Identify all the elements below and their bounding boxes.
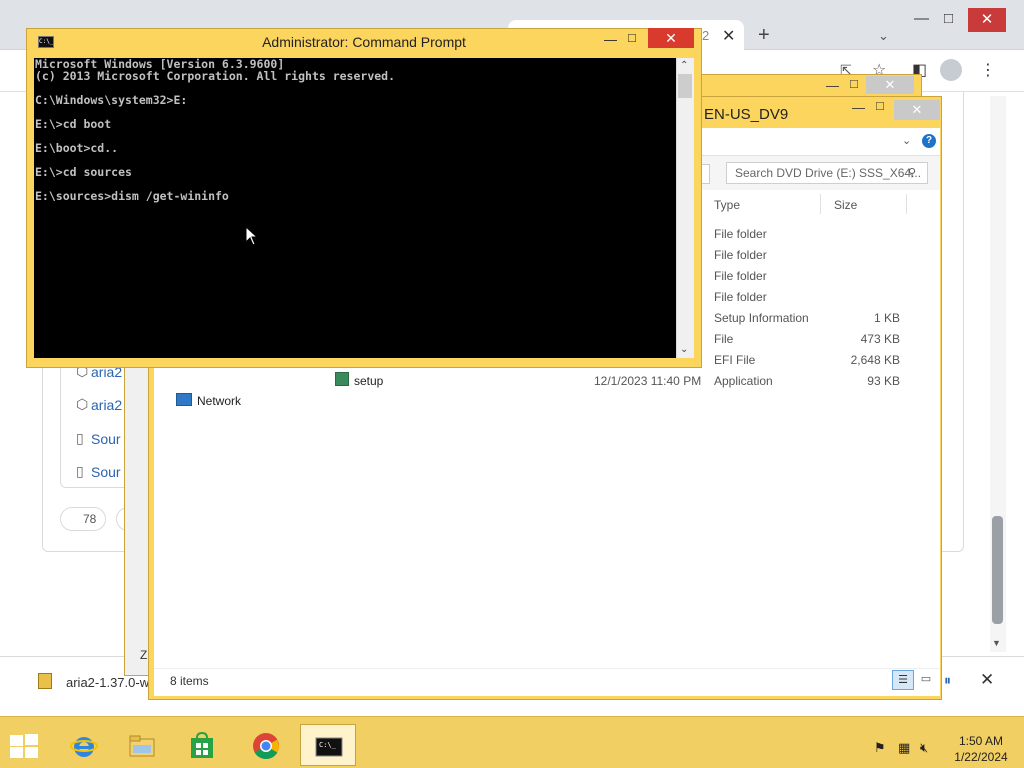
cmd-icon: C:\_ — [315, 737, 343, 757]
download-bar-action[interactable]: ⏸ — [944, 672, 951, 689]
file-size-cell: 1 KB — [873, 311, 900, 325]
reaction-count: 78 — [83, 512, 97, 526]
file-size-cell: 93 KB — [867, 374, 900, 388]
cmd-scrollbar[interactable] — [676, 58, 694, 358]
large-icons-view-icon[interactable]: ▭ — [916, 670, 936, 690]
search-icon[interactable]: ⚲ — [908, 166, 916, 179]
file-type-cell: Setup Information — [714, 311, 809, 325]
details-view-icon[interactable]: ☰ — [892, 670, 914, 690]
cmd-close-button[interactable]: ✕ — [648, 28, 694, 48]
zip-icon: ▯ — [76, 430, 84, 446]
windows-logo-icon — [10, 747, 23, 758]
action-center-flag-icon[interactable]: ⚑ — [874, 740, 886, 756]
file-type-cell: File folder — [714, 290, 767, 304]
item-count: 8 items — [170, 674, 209, 688]
ie-icon — [70, 737, 98, 757]
cmd-maximize-button[interactable]: □ — [628, 30, 636, 45]
tab-close-icon[interactable]: ✕ — [722, 26, 735, 46]
chrome-minimize-button[interactable]: — — [914, 10, 929, 27]
chrome-menu-icon[interactable]: ⋮ — [980, 60, 996, 80]
start-button[interactable] — [10, 734, 38, 758]
file-type-cell: Application — [714, 374, 773, 388]
folder-icon — [129, 735, 155, 757]
file-size-cell: 2,648 KB — [850, 353, 900, 367]
file-type-cell: EFI File — [714, 353, 756, 367]
zip-icon: ▯ — [76, 463, 84, 479]
chrome-scrollbar-thumb[interactable] — [992, 516, 1003, 624]
scroll-down-arrow-icon[interactable]: ▼ — [992, 638, 1001, 648]
scroll-up-arrow-icon[interactable]: ⌃ — [680, 60, 688, 71]
taskbar-chrome[interactable] — [238, 724, 294, 766]
package-icon: ⬡ — [76, 396, 89, 412]
network-tray-icon[interactable]: ▦ — [898, 740, 910, 756]
explorer-title: EN-US_DV9 — [704, 106, 789, 123]
chrome-tab-title: 2 — [702, 28, 710, 43]
store-icon — [191, 732, 213, 758]
cmd-minimize-button[interactable]: — — [604, 32, 617, 47]
tab-search-chevron-icon[interactable]: ⌄ — [878, 28, 889, 44]
svg-text:C:\_: C:\_ — [319, 741, 337, 749]
taskbar-internet-explorer[interactable] — [56, 724, 112, 766]
explorer-minimize-button[interactable]: — — [852, 100, 865, 115]
zip-file-icon — [38, 673, 52, 689]
explorer-search-input[interactable]: Search DVD Drive (E:) SSS_X64... — [726, 162, 928, 184]
new-tab-plus-icon[interactable]: + — [758, 24, 770, 47]
clock-date[interactable]: 1/22/2024 — [946, 750, 1016, 764]
profile-avatar[interactable] — [940, 59, 962, 81]
clock-time[interactable]: 1:50 AM — [946, 734, 1016, 748]
asset-link[interactable]: Sour — [91, 431, 121, 447]
network-icon — [176, 393, 192, 406]
explorer-back-close-button[interactable]: ✕ — [866, 76, 914, 94]
help-icon[interactable]: ? — [922, 134, 936, 148]
windows-logo-icon — [25, 734, 38, 745]
cmd-scrollbar-thumb[interactable] — [678, 74, 692, 98]
taskbar-file-explorer[interactable] — [114, 724, 170, 766]
file-type-cell: File — [714, 332, 734, 346]
asset-link[interactable]: Sour — [91, 464, 121, 480]
chrome-icon — [253, 733, 280, 760]
cmd-window-title: Administrator: Command Prompt — [262, 34, 466, 50]
file-type-cell: File folder — [714, 269, 767, 283]
column-divider[interactable] — [820, 194, 821, 214]
nav-pane-network[interactable]: Network — [197, 394, 241, 408]
ribbon-expand-chevron-icon[interactable]: ⌄ — [902, 134, 911, 147]
explorer-maximize-button[interactable]: □ — [876, 98, 884, 113]
windows-logo-icon — [25, 747, 38, 758]
cmd-output[interactable]: Microsoft Windows [Version 6.3.9600] (c)… — [35, 58, 675, 358]
taskbar-command-prompt[interactable]: C:\_ — [300, 724, 356, 766]
file-date-cell: 12/1/2023 11:40 PM — [594, 374, 702, 388]
explorer-back-minimize-button[interactable]: — — [826, 78, 839, 93]
application-icon — [335, 372, 349, 386]
reaction-button[interactable]: 78 — [60, 507, 106, 531]
column-header-type[interactable]: Type — [714, 198, 740, 212]
file-size-cell: 473 KB — [860, 332, 900, 346]
chrome-maximize-button[interactable]: □ — [944, 10, 953, 27]
download-bar-close-icon[interactable]: ✕ — [980, 670, 994, 690]
explorer-close-button[interactable]: ✕ — [894, 100, 940, 120]
chrome-close-button[interactable]: ✕ — [968, 8, 1006, 32]
column-header-size[interactable]: Size — [834, 198, 857, 212]
download-item-name[interactable]: aria2-1.37.0-w — [66, 675, 149, 690]
explorer-back-status: Z — [140, 648, 148, 662]
explorer-back-maximize-button[interactable]: □ — [850, 76, 858, 91]
volume-muted-icon[interactable]: 🔇︎ — [920, 740, 928, 756]
file-type-cell: File folder — [714, 227, 767, 241]
column-divider[interactable] — [906, 194, 907, 214]
asset-link[interactable]: aria2 — [91, 397, 122, 413]
mouse-cursor-icon — [245, 226, 259, 246]
file-type-cell: File folder — [714, 248, 767, 262]
file-name-cell[interactable]: setup — [354, 374, 383, 388]
explorer-status-bar — [154, 668, 940, 696]
windows-logo-icon — [10, 735, 23, 746]
scroll-down-arrow-icon[interactable]: ⌄ — [680, 344, 688, 355]
taskbar-store[interactable] — [174, 724, 230, 766]
